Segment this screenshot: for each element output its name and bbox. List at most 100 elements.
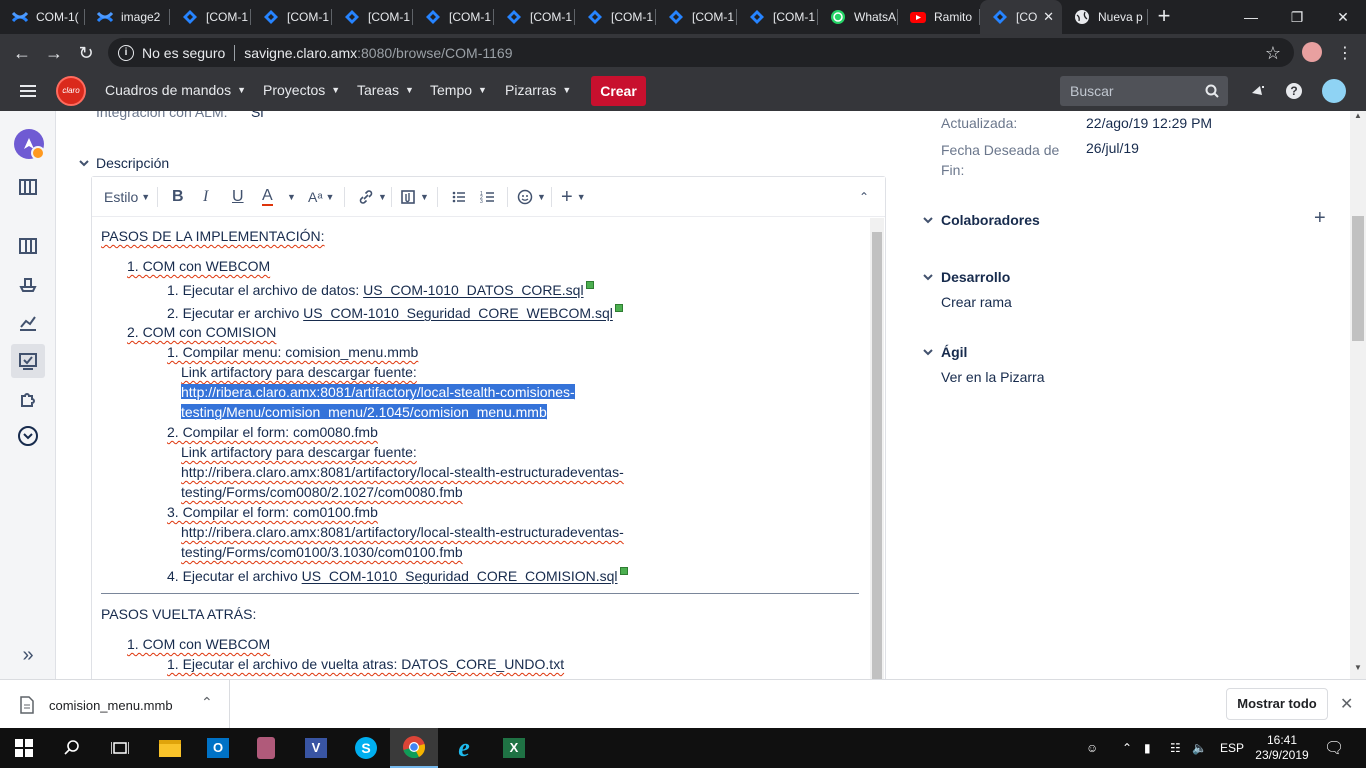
- page-scrollbar[interactable]: ▲ ▼: [1350, 111, 1366, 679]
- chevron-up-icon[interactable]: ⌃: [201, 694, 213, 711]
- search-icon[interactable]: [48, 728, 96, 768]
- editor-document[interactable]: PASOS DE LA IMPLEMENTACIÓN: 1. COM con W…: [92, 218, 868, 679]
- browser-tab[interactable]: [COM-1: [413, 0, 494, 34]
- skype-icon[interactable]: S: [342, 728, 390, 768]
- browser-tab[interactable]: [COM-1: [251, 0, 332, 34]
- text-format-icon[interactable]: Aᵃ ▼: [308, 187, 334, 207]
- menu-issues[interactable]: Tareas ▼: [357, 82, 414, 98]
- bookmark-star-icon[interactable]: ☆: [1262, 42, 1284, 64]
- link-icon[interactable]: ▼: [358, 187, 387, 207]
- info-icon[interactable]: i: [118, 44, 134, 61]
- numbered-list-icon[interactable]: 123: [480, 187, 496, 207]
- internet-explorer-icon[interactable]: e: [440, 728, 488, 768]
- windows-start-icon[interactable]: [0, 728, 48, 768]
- create-branch-link[interactable]: Crear rama: [941, 294, 1012, 310]
- browser-tab[interactable]: [COM-1: [170, 0, 251, 34]
- user-avatar[interactable]: [1322, 79, 1346, 103]
- create-button[interactable]: Crear: [591, 76, 646, 106]
- show-all-downloads-button[interactable]: Mostrar todo: [1226, 688, 1328, 720]
- artifactory-link[interactable]: http://ribera.claro.amx:8081/artifactory…: [181, 464, 624, 480]
- browser-tab[interactable]: [COM-1: [575, 0, 656, 34]
- chrome-icon[interactable]: [390, 728, 438, 768]
- artifactory-link[interactable]: testing/Forms/com0100/3.1030/com0100.fmb: [181, 544, 463, 560]
- chrome-menu-icon[interactable]: ⋮: [1334, 42, 1356, 64]
- search-input[interactable]: Buscar: [1060, 76, 1228, 106]
- battery-icon[interactable]: ▮: [1144, 728, 1151, 768]
- scrollbar-thumb[interactable]: [872, 232, 882, 679]
- reload-button[interactable]: ↻: [75, 42, 97, 64]
- add-collaborator-button[interactable]: +: [1314, 207, 1326, 230]
- forward-button[interactable]: →: [43, 42, 65, 64]
- excel-icon[interactable]: X: [490, 728, 538, 768]
- artifactory-link[interactable]: testing/Menu/comision_menu/2.1045/comisi…: [181, 404, 547, 420]
- reports-icon[interactable]: [14, 308, 42, 336]
- file-explorer-icon[interactable]: [146, 728, 194, 768]
- chevron-down-icon[interactable]: ▼: [287, 187, 296, 207]
- artifactory-link[interactable]: testing/Forms/com0080/2.1027/com0080.fmb: [181, 484, 463, 500]
- backlog-icon[interactable]: [14, 173, 42, 201]
- browser-tab[interactable]: Ramito: [898, 0, 980, 34]
- releases-icon[interactable]: [14, 270, 42, 298]
- browser-tab[interactable]: [COM-1: [332, 0, 413, 34]
- notifications-icon[interactable]: [1250, 83, 1266, 99]
- collapse-chevron-icon[interactable]: [78, 157, 90, 169]
- collapse-chevron-icon[interactable]: [922, 271, 934, 283]
- browser-tab[interactable]: [COM-1: [656, 0, 737, 34]
- expand-sidebar-icon[interactable]: »: [14, 641, 42, 669]
- artifactory-link[interactable]: http://ribera.claro.amx:8081/artifactory…: [181, 384, 575, 400]
- artifactory-link[interactable]: http://ribera.claro.amx:8081/artifactory…: [181, 524, 624, 540]
- outlook-icon[interactable]: O: [194, 728, 242, 768]
- help-icon[interactable]: ?: [1286, 83, 1302, 99]
- claro-logo[interactable]: claro: [56, 76, 86, 106]
- new-tab-button[interactable]: +: [1150, 4, 1178, 30]
- browser-tab[interactable]: [COM-1: [737, 0, 818, 34]
- menu-projects[interactable]: Proyectos ▼: [263, 82, 340, 98]
- text-color-icon[interactable]: A: [262, 187, 273, 206]
- download-item[interactable]: comision_menu.mmb ⌃: [0, 680, 230, 729]
- close-download-bar-icon[interactable]: ✕: [1340, 694, 1353, 714]
- view-board-link[interactable]: Ver en la Pizarra: [941, 369, 1045, 385]
- addons-icon[interactable]: [14, 384, 42, 412]
- profile-avatar[interactable]: [1302, 42, 1322, 62]
- network-icon[interactable]: ☷: [1170, 728, 1181, 768]
- browser-tab[interactable]: WhatsA: [818, 0, 898, 34]
- issues-icon[interactable]: [11, 344, 45, 378]
- language-indicator[interactable]: ESP: [1220, 728, 1244, 768]
- visio-icon[interactable]: V: [292, 728, 340, 768]
- people-icon[interactable]: ☺: [1086, 728, 1098, 768]
- bold-icon[interactable]: B: [172, 187, 184, 207]
- emoji-icon[interactable]: ▼: [517, 187, 546, 207]
- hamburger-menu-icon[interactable]: [20, 83, 36, 99]
- menu-tempo[interactable]: Tempo ▼: [430, 82, 487, 98]
- minimize-button[interactable]: —: [1228, 0, 1274, 34]
- browser-tab[interactable]: image2: [85, 0, 170, 34]
- italic-icon[interactable]: I: [203, 187, 208, 207]
- insert-icon[interactable]: + ▼: [561, 186, 586, 208]
- browser-tab[interactable]: Nueva p: [1062, 0, 1148, 34]
- menu-dashboards[interactable]: Cuadros de mandos ▼: [105, 82, 246, 98]
- chevron-circle-icon[interactable]: [14, 422, 42, 450]
- action-center-icon[interactable]: 🗨: [1324, 728, 1344, 768]
- database-tool-icon[interactable]: [242, 728, 290, 768]
- collapse-chevron-icon[interactable]: [922, 346, 934, 358]
- browser-tab[interactable]: [COM-1: [494, 0, 575, 34]
- browser-tab[interactable]: [CO ✕: [980, 0, 1062, 34]
- editor-scrollbar[interactable]: [870, 218, 884, 679]
- collapse-chevron-icon[interactable]: [922, 214, 934, 226]
- close-window-button[interactable]: ✕: [1320, 0, 1366, 34]
- bullet-list-icon[interactable]: [451, 187, 467, 207]
- underline-icon[interactable]: U: [232, 187, 244, 207]
- browser-tab[interactable]: COM-1(: [0, 0, 85, 34]
- volume-icon[interactable]: 🔈: [1192, 728, 1207, 768]
- scrollbar-thumb[interactable]: [1352, 216, 1364, 341]
- board-icon[interactable]: [14, 232, 42, 260]
- collapse-icon[interactable]: ⌃: [859, 187, 869, 207]
- restore-button[interactable]: ❐: [1274, 0, 1320, 34]
- attachment-icon[interactable]: ▼: [400, 187, 429, 207]
- close-tab-icon[interactable]: ✕: [1043, 9, 1054, 25]
- omnibox[interactable]: i No es seguro savigne.claro.amx:8080/br…: [108, 38, 1294, 67]
- clock[interactable]: 16:41 23/9/2019: [1252, 728, 1312, 768]
- task-view-icon[interactable]: [96, 728, 144, 768]
- chevron-up-icon[interactable]: ⌃: [1122, 728, 1132, 768]
- description-editor[interactable]: Estilo ▼ B I U A ▼ Aᵃ ▼ ▼ ▼ 123 ▼ + ▼ ⌃ …: [91, 176, 886, 679]
